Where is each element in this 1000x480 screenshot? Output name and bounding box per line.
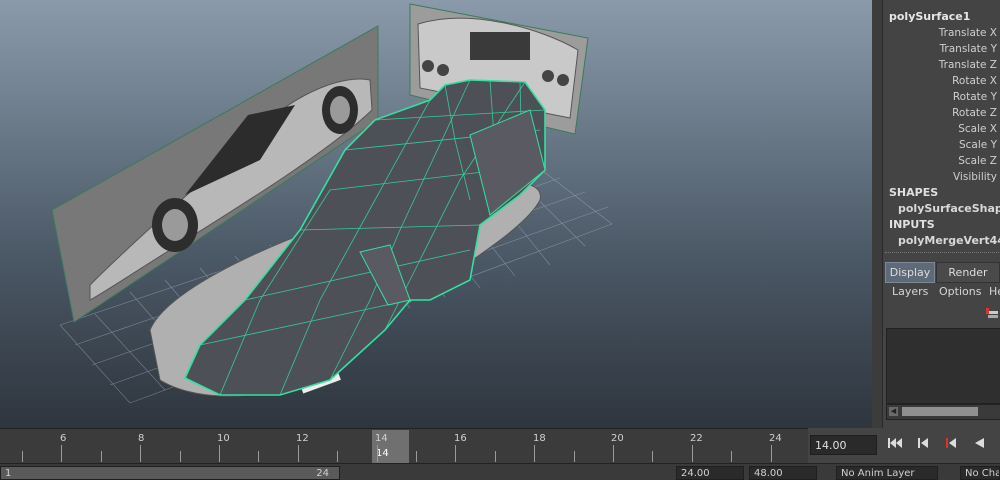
- tick-label: 10: [217, 433, 230, 444]
- tick-label: 22: [690, 433, 703, 444]
- timeline-tick: [455, 445, 457, 462]
- tick-label: 12: [296, 433, 309, 444]
- go-to-start-icon[interactable]: [884, 436, 906, 456]
- timeline-tick: [219, 445, 220, 462]
- shape-node[interactable]: polySurfaceShape1: [898, 202, 1000, 215]
- scroll-thumb[interactable]: [902, 407, 978, 416]
- shapes-section-label: SHAPES: [889, 186, 939, 199]
- character-set-dropdown[interactable]: No Cha: [960, 466, 1000, 480]
- inputs-section-label: INPUTS: [889, 218, 935, 231]
- timeline-tick: [731, 451, 733, 462]
- tab-render[interactable]: Render: [936, 262, 1000, 283]
- timeline-tick: [140, 445, 142, 462]
- step-back-key-icon[interactable]: [912, 436, 934, 456]
- timeline-tick: [337, 451, 339, 462]
- range-slider[interactable]: 1 24: [0, 466, 340, 480]
- current-time-field[interactable]: 14.00: [810, 435, 877, 455]
- current-frame-label: 14: [376, 448, 389, 459]
- attr-rotate-z[interactable]: Rotate Z: [952, 107, 997, 119]
- tick-label: 8: [138, 433, 145, 444]
- 3d-viewport[interactable]: [0, 0, 872, 428]
- attr-visibility[interactable]: Visibility: [953, 171, 997, 183]
- timeline-tick: [100, 451, 102, 462]
- timeline-tick: [376, 445, 378, 462]
- attr-rotate-x[interactable]: Rotate X: [952, 75, 997, 87]
- time-slider[interactable]: 6 8 10 12 14 16 18 20 22 24 14: [0, 428, 808, 464]
- timeline-tick: [258, 451, 260, 462]
- end-time-field[interactable]: 24.00: [676, 466, 744, 480]
- attr-translate-y[interactable]: Translate Y: [940, 43, 997, 55]
- layer-list[interactable]: [886, 328, 1000, 404]
- attr-scale-z[interactable]: Scale Z: [958, 155, 997, 167]
- range-end-label: 24: [316, 468, 329, 479]
- object-name[interactable]: polySurface1: [889, 10, 970, 23]
- timeline-tick: [613, 445, 614, 462]
- timeline-tick: [416, 451, 417, 462]
- menu-options[interactable]: Options: [939, 285, 981, 298]
- attr-translate-x[interactable]: Translate X: [939, 27, 997, 39]
- new-layer-icon[interactable]: [985, 306, 999, 320]
- anim-layer-dropdown[interactable]: No Anim Layer: [836, 466, 938, 480]
- attr-scale-x[interactable]: Scale X: [958, 123, 997, 135]
- timeline-tick: [573, 451, 575, 462]
- panel-divider[interactable]: [872, 0, 882, 428]
- timeline-tick: [652, 451, 654, 462]
- tick-label: 6: [60, 433, 67, 444]
- timeline-tick: [179, 451, 181, 462]
- timeline-tick: [534, 445, 536, 462]
- timeline-tick: [691, 445, 693, 462]
- timeline-tick: [770, 445, 772, 462]
- attr-translate-z[interactable]: Translate Z: [939, 59, 997, 71]
- timeline-tick: [494, 451, 496, 462]
- play-backward-icon[interactable]: [968, 436, 990, 456]
- attr-rotate-y[interactable]: Rotate Y: [953, 91, 997, 103]
- menu-layers[interactable]: Layers: [892, 285, 928, 298]
- timeline-tick: [22, 451, 23, 462]
- step-back-frame-icon[interactable]: [940, 436, 962, 456]
- layer-list-scrollbar[interactable]: ◀: [886, 404, 1000, 420]
- menu-help[interactable]: He: [989, 285, 1000, 298]
- viewport-scene: [51, 3, 613, 404]
- scroll-left-icon[interactable]: ◀: [889, 407, 898, 416]
- input-node[interactable]: polyMergeVert44: [898, 234, 1000, 247]
- tick-label: 14: [375, 433, 388, 444]
- layer-editor-tabs: Display Render: [885, 262, 1000, 283]
- timeline-tick: [297, 445, 299, 462]
- range-start-value: 1: [5, 468, 12, 479]
- tick-label: 24: [769, 433, 782, 444]
- tick-label: 20: [611, 433, 624, 444]
- tab-display[interactable]: Display: [885, 262, 935, 283]
- max-time-field[interactable]: 48.00: [749, 466, 817, 480]
- timeline-tick: [61, 445, 63, 462]
- attr-scale-y[interactable]: Scale Y: [959, 139, 997, 151]
- tick-label: 16: [454, 433, 467, 444]
- panel-splitter[interactable]: [885, 252, 999, 256]
- tick-label: 18: [533, 433, 546, 444]
